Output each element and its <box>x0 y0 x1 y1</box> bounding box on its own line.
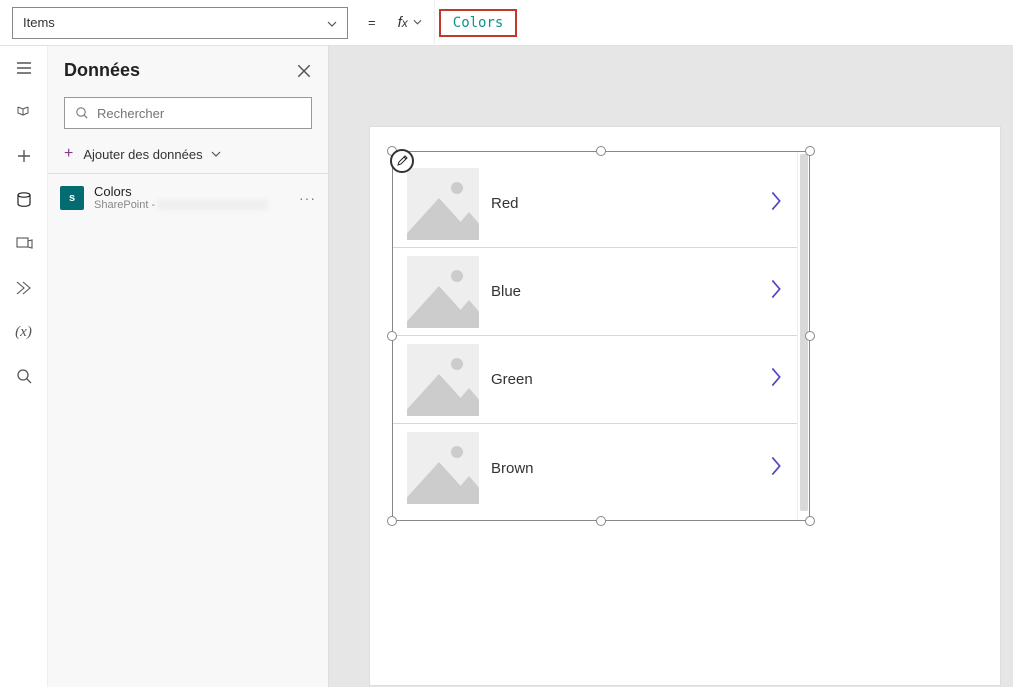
add-data-label: Ajouter des données <box>83 147 202 162</box>
list-item-title: Green <box>491 371 757 388</box>
formula-highlight-box: Colors <box>439 9 518 37</box>
search-input-wrapper[interactable] <box>64 97 312 129</box>
chevron-right-icon[interactable] <box>769 190 783 217</box>
sharepoint-icon: s <box>60 186 84 210</box>
left-rail: (x) <box>0 46 48 687</box>
search-icon[interactable] <box>14 366 34 386</box>
media-icon[interactable] <box>14 234 34 254</box>
resize-handle[interactable] <box>596 516 606 526</box>
close-icon[interactable] <box>296 63 312 79</box>
formula-value[interactable]: Colors <box>453 15 504 31</box>
list-item-title: Brown <box>491 460 757 477</box>
chevron-down-icon <box>413 17 422 28</box>
fx-icon: fx <box>398 14 408 31</box>
formula-bar: Items = fx Colors <box>0 0 1013 46</box>
resize-handle[interactable] <box>387 331 397 341</box>
chevron-right-icon[interactable] <box>769 455 783 482</box>
pencil-icon <box>396 155 408 167</box>
image-placeholder-icon <box>407 432 479 504</box>
resize-handle[interactable] <box>596 146 606 156</box>
screen[interactable]: Red Blue Green <box>369 126 1001 686</box>
list-item[interactable]: Red <box>393 160 797 248</box>
gallery-list: Red Blue Green <box>393 152 797 520</box>
search-icon <box>75 106 89 120</box>
more-icon[interactable]: ··· <box>299 190 316 206</box>
chevron-down-icon <box>211 149 221 160</box>
list-item[interactable]: Green <box>393 336 797 424</box>
data-icon[interactable] <box>14 190 34 210</box>
chevron-right-icon[interactable] <box>769 366 783 393</box>
resize-handle[interactable] <box>805 146 815 156</box>
image-placeholder-icon <box>407 256 479 328</box>
resize-handle[interactable] <box>805 331 815 341</box>
edit-badge[interactable] <box>390 149 414 173</box>
data-source-item[interactable]: s Colors SharePoint - ··· <box>48 174 328 221</box>
resize-handle[interactable] <box>805 516 815 526</box>
image-placeholder-icon <box>407 168 479 240</box>
property-selector-value: Items <box>23 15 55 30</box>
add-data-button[interactable]: + Ajouter des données <box>48 137 328 174</box>
plus-icon[interactable] <box>14 146 34 166</box>
gallery-selection[interactable]: Red Blue Green <box>392 151 810 521</box>
variables-icon[interactable]: (x) <box>14 322 34 342</box>
data-source-name: Colors <box>94 184 289 199</box>
list-item-title: Blue <box>491 283 757 300</box>
tree-view-icon[interactable] <box>14 102 34 122</box>
data-panel: Données + Ajouter des données s Colors S… <box>48 46 329 687</box>
canvas[interactable]: Red Blue Green <box>329 46 1013 687</box>
resize-handle[interactable] <box>387 516 397 526</box>
equals-sign: = <box>358 15 386 30</box>
image-placeholder-icon <box>407 344 479 416</box>
data-source-subtitle: SharePoint - <box>94 199 289 211</box>
flows-icon[interactable] <box>14 278 34 298</box>
panel-title: Données <box>64 60 140 81</box>
fx-button[interactable]: fx <box>386 0 435 46</box>
property-selector[interactable]: Items <box>12 7 348 39</box>
gallery-control[interactable]: Red Blue Green <box>392 151 810 521</box>
hamburger-icon[interactable] <box>14 58 34 78</box>
list-item[interactable]: Blue <box>393 248 797 336</box>
list-item-title: Red <box>491 195 757 212</box>
chevron-down-icon <box>327 15 337 30</box>
chevron-right-icon[interactable] <box>769 278 783 305</box>
plus-icon: + <box>64 145 73 163</box>
list-item[interactable]: Brown <box>393 424 797 512</box>
search-input[interactable] <box>97 106 301 121</box>
